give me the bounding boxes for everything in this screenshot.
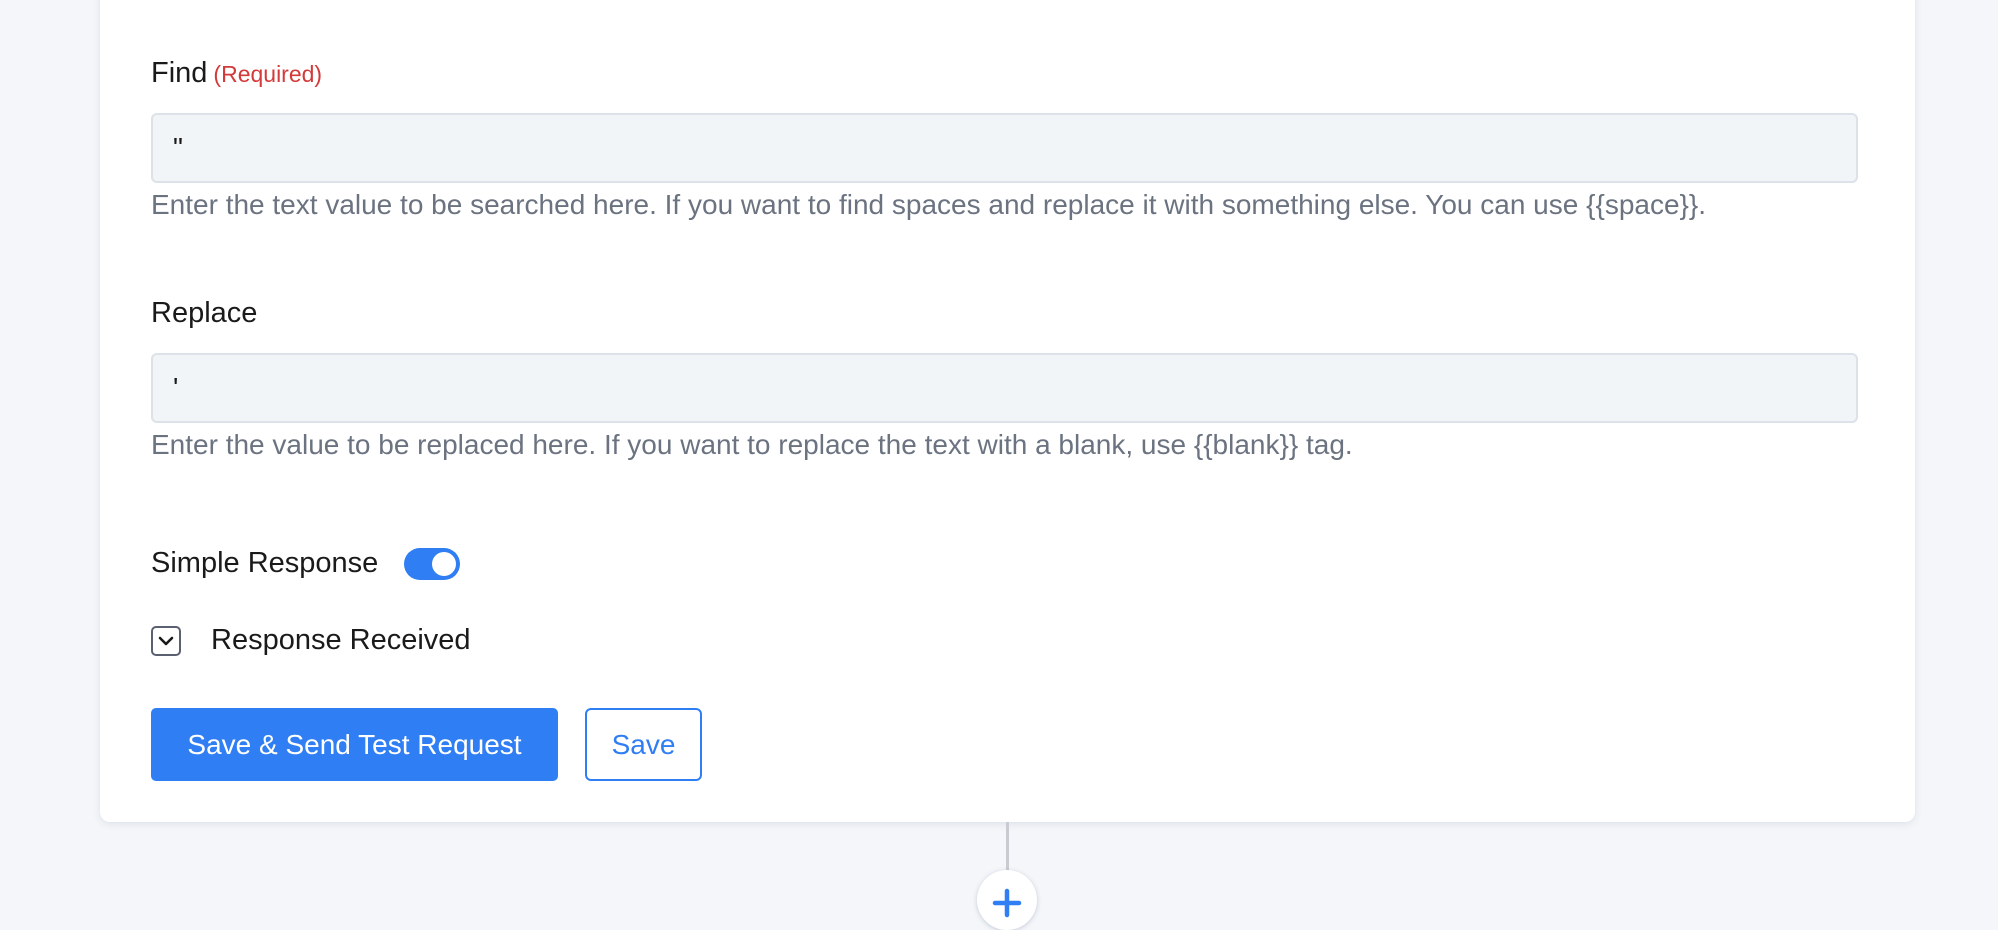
find-help-text: Enter the text value to be searched here… [151,189,1707,220]
chevron-down-icon [151,625,181,656]
save-button[interactable]: Save [585,708,702,781]
required-indicator: (Required) [213,61,323,87]
replace-help-text: Enter the value to be replaced here. If … [151,429,1353,460]
plus-icon [992,888,1022,918]
replace-input[interactable] [151,353,1858,423]
response-received-label: Response Received [211,624,471,656]
replace-label: Replace [151,297,258,329]
simple-response-label: Simple Response [151,547,379,579]
save-send-test-button[interactable]: Save & Send Test Request [151,708,558,781]
toggle-knob [432,551,457,576]
step-config-card: Find(Required) Enter the text value to b… [100,0,1915,822]
response-received-toggle[interactable]: Response Received [151,624,471,657]
find-input[interactable] [151,113,1858,183]
find-label: Find (Required) [151,59,322,88]
simple-response-row: Simple Response [151,547,461,580]
find-label-text: Find [151,57,208,89]
step-connector [1006,822,1009,872]
simple-response-toggle[interactable] [404,547,461,580]
add-step-button[interactable] [977,870,1037,930]
